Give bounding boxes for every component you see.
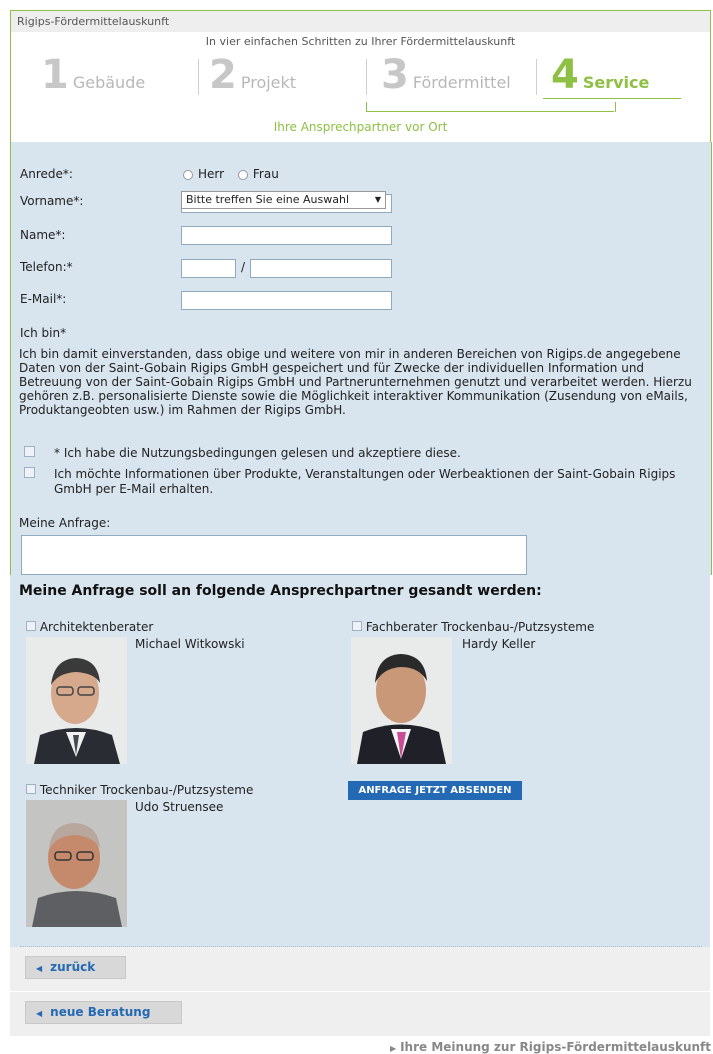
newsletter-checkbox-label: Ich möchte Informationen über Produkte, … xyxy=(54,467,676,496)
step-3-label: Fördermittel xyxy=(412,73,511,92)
telefon-prefix-input[interactable] xyxy=(181,259,236,278)
step-1[interactable]: 1 Gebäude xyxy=(41,54,145,96)
step-3-number: 3 xyxy=(381,52,409,98)
back-button[interactable]: ◀ zurück xyxy=(25,956,126,979)
anrede-label: Anrede*: xyxy=(20,167,73,181)
contact-role: Fachberater Trockenbau-/Putzsysteme xyxy=(365,620,595,634)
contact-name: Udo Struensee xyxy=(135,800,224,814)
step-divider xyxy=(198,59,199,95)
radio-herr-icon xyxy=(183,169,193,180)
feedback-link[interactable]: ▶ Ihre Meinung zur Rigips-Fördermittelaus… xyxy=(390,1040,711,1054)
terms-checkbox-label: * Ich habe die Nutzungsbedingungen geles… xyxy=(54,446,461,460)
app-frame: Rigips-Fördermittelauskunft In vier einf… xyxy=(10,10,712,1054)
step-4-active[interactable]: 4 Service xyxy=(551,54,649,96)
telefon-label: Telefon:* xyxy=(20,260,73,274)
chevron-left-icon: ◀ xyxy=(36,964,43,973)
new-consult-button[interactable]: ◀ neue Beratung xyxy=(25,1001,182,1024)
contact-photo xyxy=(351,637,452,764)
terms-checkbox[interactable] xyxy=(24,446,35,457)
contact-photo xyxy=(26,637,127,764)
radio-frau-label: Frau xyxy=(252,167,279,181)
step-2[interactable]: 2 Projekt xyxy=(209,54,296,96)
step-3[interactable]: 3 Fördermittel xyxy=(381,54,511,96)
step-1-label: Gebäude xyxy=(72,73,146,92)
contact-techniker[interactable]: Techniker Trockenbau-/Putzsysteme xyxy=(26,783,253,797)
newsletter-checkbox-row[interactable]: Ich möchte Informationen über Produkte, … xyxy=(24,467,675,496)
back-label: zurück xyxy=(50,960,96,974)
newsletter-checkbox[interactable] xyxy=(24,467,35,478)
telefon-number-input[interactable] xyxy=(250,259,392,278)
step-1-number: 1 xyxy=(41,52,69,98)
contact-architektenberater[interactable]: Architektenberater xyxy=(26,620,153,634)
telefon-separator: / xyxy=(241,260,246,274)
contact-photo xyxy=(26,800,127,927)
chevron-right-icon: ▶ xyxy=(389,1044,397,1053)
contact-fachberater[interactable]: Fachberater Trockenbau-/Putzsysteme xyxy=(352,620,594,634)
contact-name: Hardy Keller xyxy=(462,637,536,651)
contact-checkbox[interactable] xyxy=(352,621,362,631)
radio-herr[interactable]: Herr xyxy=(183,167,224,181)
step-4-number: 4 xyxy=(551,52,579,98)
radio-herr-label: Herr xyxy=(198,167,225,181)
anfrage-label: Meine Anfrage: xyxy=(19,516,111,530)
email-input[interactable] xyxy=(181,291,392,310)
contact-name: Michael Witkowski xyxy=(135,637,245,651)
radio-frau[interactable]: Frau xyxy=(237,167,279,181)
anrede-radio-group: Herr Frau xyxy=(183,167,279,181)
new-consult-label: neue Beratung xyxy=(50,1005,151,1019)
ichbin-select[interactable]: Bitte treffen Sie eine Auswahl ▼ xyxy=(181,191,386,209)
email-label: E-Mail*: xyxy=(20,292,67,306)
step-divider xyxy=(366,59,367,95)
step-header: In vier einfachen Schritten zu Ihrer För… xyxy=(10,32,711,142)
name-input[interactable] xyxy=(181,226,392,245)
ichbin-label: Ich bin* xyxy=(20,326,67,340)
person-photo-icon xyxy=(351,637,452,764)
anfrage-textarea[interactable] xyxy=(21,535,527,575)
chevron-down-icon: ▼ xyxy=(374,195,381,204)
person-photo-icon xyxy=(26,637,127,764)
step-description: Ihre Ansprechpartner vor Ort xyxy=(273,120,448,134)
consent-paragraph: Ich bin damit einverstanden, dass obige … xyxy=(19,347,692,417)
name-label: Name*: xyxy=(20,228,66,242)
step-4-label: Service xyxy=(582,73,650,92)
active-step-underline xyxy=(543,98,681,99)
header-subtitle: In vier einfachen Schritten zu Ihrer För… xyxy=(205,35,516,48)
step-2-label: Projekt xyxy=(240,73,297,92)
person-photo-icon xyxy=(26,800,127,927)
step-divider xyxy=(536,59,537,95)
step-bracket-line xyxy=(366,111,614,112)
terms-checkbox-row[interactable]: * Ich habe die Nutzungsbedingungen geles… xyxy=(24,446,461,461)
contact-role: Techniker Trockenbau-/Putzsysteme xyxy=(39,783,254,797)
feedback-link-label: Ihre Meinung zur Rigips-Fördermittelausk… xyxy=(400,1040,711,1054)
window-titlebar: Rigips-Fördermittelauskunft xyxy=(10,10,711,33)
contact-checkbox[interactable] xyxy=(26,621,36,631)
ichbin-select-value: Bitte treffen Sie eine Auswahl xyxy=(186,193,350,206)
step-2-number: 2 xyxy=(209,52,237,98)
contact-role: Architektenberater xyxy=(39,620,154,634)
send-request-button[interactable]: ANFRAGE JETZT ABSENDEN xyxy=(348,781,522,800)
vorname-label: Vorname*: xyxy=(20,194,84,208)
radio-frau-icon xyxy=(237,169,248,180)
chevron-left-icon: ◀ xyxy=(36,1009,43,1018)
contact-checkbox[interactable] xyxy=(26,784,36,794)
window-title: Rigips-Fördermittelauskunft xyxy=(17,15,170,28)
contacts-section-title: Meine Anfrage soll an folgende Ansprechp… xyxy=(19,583,542,599)
